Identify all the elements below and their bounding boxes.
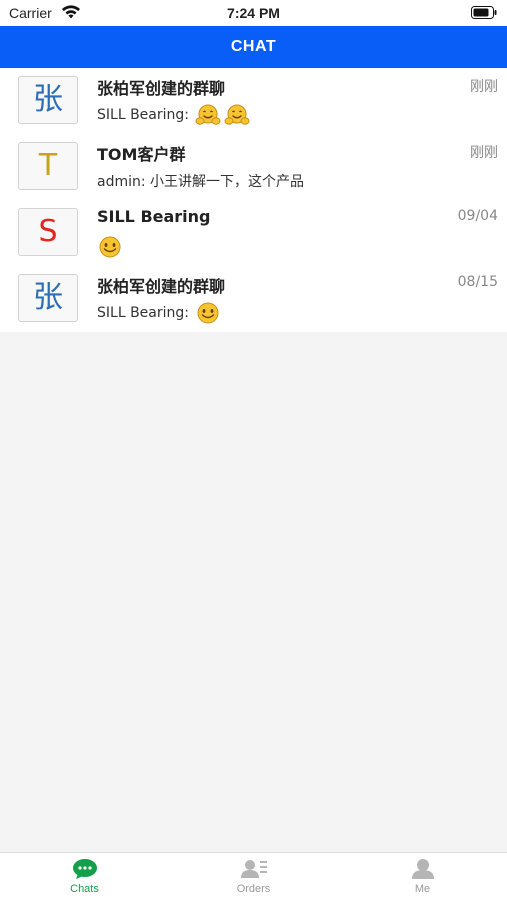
battery-icon [471,6,497,19]
chat-name: 张柏军创建的群聊 [97,79,226,98]
chat-name: SILL Bearing [97,207,211,226]
person-icon [409,858,437,880]
avatar: 张 [18,274,78,322]
tab-bar: Chats Orders Me [0,852,507,900]
chat-list-item[interactable]: 张 张柏军创建的群聊 刚刚 SILL Bearing: [0,68,507,134]
orders-icon [240,858,268,880]
chat-preview-text: SILL Bearing: [97,107,189,123]
chat-preview [97,236,126,258]
page-title: CHAT [0,26,507,68]
chat-screen: Carrier 7:24 PM CHAT 张 张柏军创建的群聊 刚刚 SILL [0,0,507,900]
chat-bubble-icon [71,858,99,880]
avatar: T [18,142,78,190]
chat-preview: admin: 小王讲解一下，这个产品 [97,170,310,192]
chat-timestamp: 刚刚 [470,145,498,161]
chat-list-item[interactable]: T TOM客户群 刚刚 admin: 小王讲解一下，这个产品 [0,134,507,200]
tab-orders[interactable]: Orders [169,853,338,900]
hugging-emoji-icon [224,104,250,126]
chat-timestamp: 刚刚 [470,79,498,95]
chat-timestamp: 09/04 [457,208,498,224]
avatar: 张 [18,76,78,124]
avatar: S [18,208,78,256]
tab-me[interactable]: Me [338,853,507,900]
chat-list: 张 张柏军创建的群聊 刚刚 SILL Bearing: T TOM客户群 刚刚 … [0,68,507,332]
chat-preview-text: admin: 小王讲解一下，这个产品 [97,174,305,190]
status-time: 7:24 PM [227,5,280,21]
tab-label: Chats [70,883,99,895]
chat-preview: SILL Bearing: [97,104,253,126]
tab-label: Orders [236,883,271,895]
chat-name: 张柏军创建的群聊 [97,277,226,296]
smile-emoji-icon [195,302,221,324]
status-bar: Carrier 7:24 PM [0,0,507,26]
smile-emoji-icon [97,236,123,258]
chat-preview-text: SILL Bearing: [97,305,189,321]
chat-list-item[interactable]: 张 张柏军创建的群聊 08/15 SILL Bearing: [0,266,507,332]
chat-list-item[interactable]: S SILL Bearing 09/04 [0,200,507,266]
chat-preview: SILL Bearing: [97,302,224,324]
tab-label: Me [414,883,431,895]
chat-timestamp: 08/15 [457,274,498,290]
tab-chats[interactable]: Chats [0,853,169,900]
hugging-emoji-icon [195,104,221,126]
chat-name: TOM客户群 [97,145,186,164]
